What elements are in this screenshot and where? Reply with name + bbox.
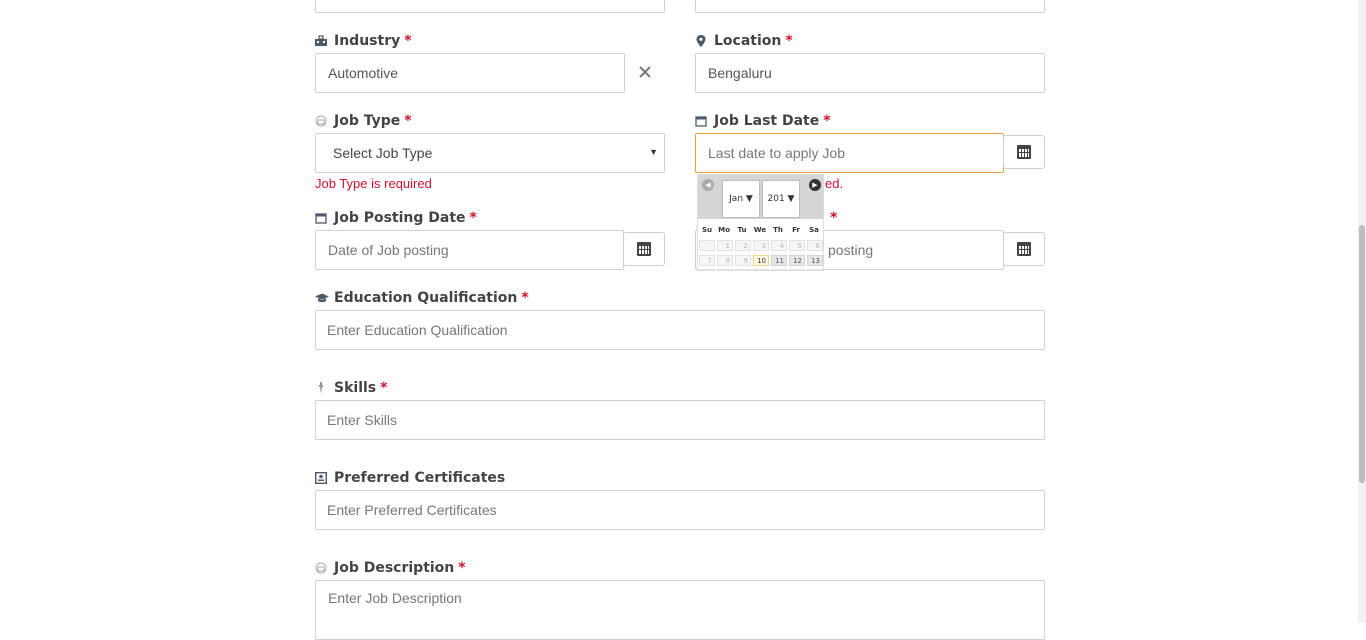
day-cell[interactable]: 11 bbox=[771, 255, 787, 266]
location-label: Location * bbox=[695, 33, 793, 49]
datepicker-popup[interactable]: ◀ ▶ Jan ▼ 201 ▼ Su Mo Tu We Th Fr Sa 1 2… bbox=[697, 174, 824, 271]
certificate-icon bbox=[314, 471, 328, 485]
day-cell: 3 bbox=[753, 240, 769, 251]
job-type-selected: Select Job Type bbox=[333, 145, 433, 161]
job-last-date-calendar-button[interactable] bbox=[1003, 135, 1045, 169]
calendar-icon bbox=[637, 242, 651, 256]
industry-input[interactable]: Automotive bbox=[315, 53, 625, 93]
day-cell: 8 bbox=[717, 255, 733, 266]
weekday: Tu bbox=[737, 226, 747, 234]
day-cell: 7 bbox=[699, 255, 715, 266]
weekday: Mo bbox=[718, 226, 730, 234]
certificates-input[interactable]: Enter Preferred Certificates bbox=[315, 490, 1045, 530]
day-cell[interactable]: 13 bbox=[807, 255, 823, 266]
calendar-icon bbox=[1017, 145, 1031, 159]
weekday: We bbox=[753, 226, 767, 234]
skills-label: Skills * bbox=[315, 380, 387, 396]
day-cell bbox=[753, 269, 769, 270]
year-value: 201 bbox=[767, 194, 785, 204]
weekday: Sa bbox=[809, 226, 819, 234]
job-description-textarea[interactable]: Enter Job Description bbox=[315, 580, 1045, 640]
day-cell-today[interactable]: 10 bbox=[753, 255, 769, 266]
day-cell bbox=[807, 269, 823, 270]
calendar-icon bbox=[315, 212, 327, 224]
month-value: Jan bbox=[729, 194, 744, 204]
graduation-cap-icon bbox=[315, 292, 329, 304]
industry-icon bbox=[315, 35, 327, 47]
weekday: Fr bbox=[792, 226, 800, 234]
day-cell: 5 bbox=[789, 240, 805, 251]
job-type-label: Job Type * bbox=[315, 113, 412, 129]
weekday: Su bbox=[701, 226, 713, 234]
day-cell: 4 bbox=[771, 240, 787, 251]
weekday: Th bbox=[773, 226, 783, 234]
briefcase-icon bbox=[315, 562, 327, 574]
chevron-down-icon: ▼ bbox=[649, 147, 658, 157]
day-cell bbox=[699, 240, 715, 251]
job-posting-date-label: Job Posting Date * bbox=[315, 210, 477, 226]
prev-month-icon[interactable]: ◀ bbox=[702, 179, 714, 191]
job-last-date-input[interactable]: Last date to apply Job bbox=[695, 133, 1004, 173]
job-last-date-label: Job Last Date * bbox=[695, 113, 831, 129]
briefcase-icon bbox=[315, 115, 327, 127]
day-cell: 9 bbox=[735, 255, 751, 266]
datepicker-header bbox=[698, 175, 823, 219]
calendar-icon bbox=[1017, 242, 1031, 256]
job-type-select[interactable]: Select Job Type ▼ bbox=[315, 133, 665, 173]
certificates-label: Preferred Certificates bbox=[314, 470, 505, 486]
day-cell bbox=[717, 269, 733, 270]
education-input[interactable]: Enter Education Qualification bbox=[315, 310, 1045, 350]
month-select[interactable]: Jan ▼ bbox=[722, 180, 760, 218]
day-cell bbox=[735, 269, 751, 270]
map-marker-icon bbox=[695, 35, 707, 47]
day-cell[interactable]: 12 bbox=[789, 255, 805, 266]
industry-label: Industry * bbox=[315, 33, 412, 49]
job-type-error: Job Type is required bbox=[315, 176, 432, 191]
day-cell bbox=[789, 269, 805, 270]
calendar-icon bbox=[695, 115, 707, 127]
hidden-field-label: * bbox=[830, 210, 838, 226]
prev-field-left[interactable] bbox=[315, 0, 665, 13]
scrollbar-thumb[interactable] bbox=[1359, 225, 1365, 483]
day-cell bbox=[771, 269, 787, 270]
location-input[interactable]: Bengaluru bbox=[695, 53, 1045, 93]
skills-input[interactable]: Enter Skills bbox=[315, 400, 1045, 440]
education-label: Education Qualification * bbox=[315, 290, 529, 306]
job-posting-date-input[interactable]: Date of Job posting bbox=[315, 230, 624, 270]
clear-industry-icon[interactable] bbox=[637, 64, 653, 80]
prev-field-right[interactable] bbox=[695, 0, 1045, 13]
hidden-date-calendar-button[interactable] bbox=[1003, 232, 1045, 266]
day-cell bbox=[699, 269, 715, 270]
year-select[interactable]: 201 ▼ bbox=[762, 180, 800, 218]
day-cell: 1 bbox=[717, 240, 733, 251]
day-cell: 6 bbox=[807, 240, 823, 251]
day-cell: 2 bbox=[735, 240, 751, 251]
job-posting-date-calendar-button[interactable] bbox=[623, 232, 665, 266]
next-month-icon[interactable]: ▶ bbox=[809, 179, 821, 191]
skills-icon bbox=[315, 382, 327, 394]
job-last-date-error: ed. bbox=[825, 176, 844, 191]
job-description-label: Job Description * bbox=[315, 560, 466, 576]
